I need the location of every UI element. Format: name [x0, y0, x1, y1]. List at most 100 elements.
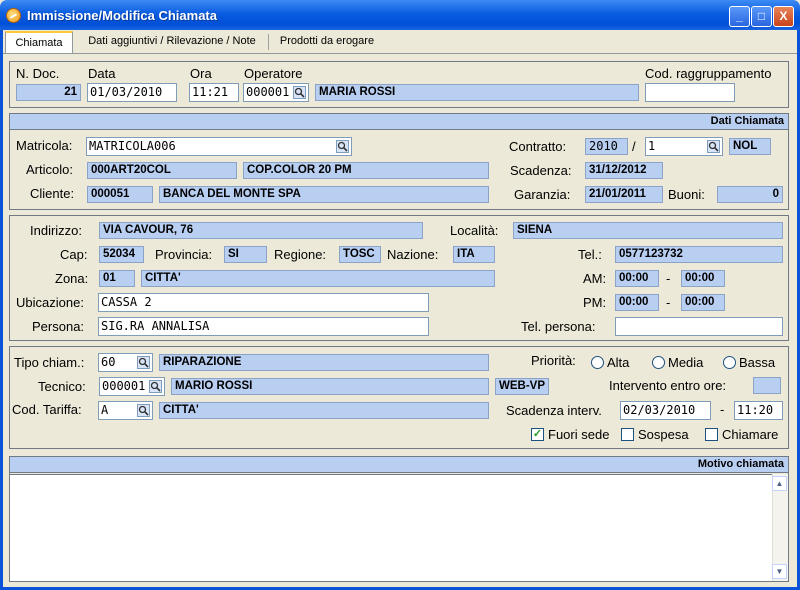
localita-value: SIENA — [513, 222, 783, 239]
n-doc-label: N. Doc. — [16, 66, 60, 81]
minimize-button[interactable]: _ — [729, 6, 750, 27]
priorita-bassa-label[interactable]: Bassa — [739, 355, 775, 371]
scadenza-intervento-date[interactable]: 02/03/2010 — [620, 401, 711, 420]
operatore-code-input[interactable]: 000001 — [243, 83, 309, 102]
provincia-label: Provincia: — [155, 247, 213, 262]
chiamare-checkbox[interactable] — [705, 428, 718, 441]
ubicazione-label: Ubicazione: — [16, 295, 84, 310]
contratto-number-input[interactable]: 1 — [645, 137, 723, 156]
am-label: AM: — [583, 271, 607, 286]
priorita-label: Priorità: — [531, 353, 576, 368]
cod-tariffa-desc: CITTA' — [159, 402, 489, 419]
maximize-button[interactable]: □ — [751, 6, 772, 27]
operatore-code-text: 000001 — [246, 85, 290, 99]
tab-prodotti[interactable]: Prodotti da erogare — [272, 31, 382, 53]
persona-label: Persona: — [32, 319, 85, 334]
pm-label: PM: — [583, 295, 607, 310]
lookup-icon[interactable] — [293, 86, 306, 99]
close-button[interactable]: X — [773, 6, 794, 27]
articolo-desc: COP.COLOR 20 PM — [243, 162, 489, 179]
matricola-input[interactable]: MATRICOLA006 — [86, 137, 352, 156]
sospesa-checkbox[interactable] — [621, 428, 634, 441]
scroll-up-icon[interactable]: ▲ — [772, 476, 787, 491]
tecnico-name: MARIO ROSSI — [171, 378, 489, 395]
tecnico-tag: WEB-VP — [495, 378, 549, 395]
intervento-entro-ore-value — [753, 377, 781, 394]
sospesa-label[interactable]: Sospesa — [638, 427, 689, 443]
zona-code: 01 — [99, 270, 135, 287]
tel-persona-label: Tel. persona: — [521, 319, 596, 334]
scadenza-intervento-label: Scadenza interv. — [506, 403, 602, 418]
tel-persona-input[interactable] — [615, 317, 783, 336]
contratto-separator: / — [632, 139, 636, 154]
window-frame-left — [0, 30, 3, 590]
cod-tariffa-input[interactable]: A — [98, 401, 153, 420]
lookup-icon[interactable] — [137, 356, 150, 369]
lookup-icon[interactable] — [707, 140, 720, 153]
tab-separator — [268, 34, 269, 50]
fuori-sede-checkbox[interactable]: ✓ — [531, 428, 544, 441]
scroll-down-icon[interactable]: ▼ — [772, 564, 787, 579]
am-from: 00:00 — [615, 270, 659, 287]
buoni-value: 0 — [717, 186, 783, 203]
tel-label: Tel.: — [578, 247, 602, 262]
lookup-icon[interactable] — [137, 404, 150, 417]
priorita-alta-label[interactable]: Alta — [607, 355, 629, 371]
scadenza-intervento-dash: - — [720, 402, 725, 417]
dati-chiamata-header: Dati Chiamata — [10, 114, 788, 130]
cod-raggruppamento-label: Cod. raggruppamento — [645, 66, 772, 81]
buoni-label: Buoni: — [668, 187, 705, 202]
zona-desc: CITTA' — [141, 270, 495, 287]
cap-value: 52034 — [99, 246, 144, 263]
garanzia-value: 21/01/2011 — [585, 186, 663, 203]
scadenza-value: 31/12/2012 — [585, 162, 663, 179]
data-input[interactable]: 01/03/2010 — [87, 83, 177, 102]
am-to: 00:00 — [681, 270, 725, 287]
priorita-alta-radio[interactable] — [591, 356, 604, 369]
scadenza-intervento-time[interactable]: 11:20 — [734, 401, 783, 420]
scadenza-label: Scadenza: — [510, 163, 572, 178]
priorita-bassa-radio[interactable] — [723, 356, 736, 369]
cap-label: Cap: — [60, 247, 88, 262]
lookup-icon[interactable] — [149, 380, 162, 393]
n-doc-value: 21 — [16, 84, 81, 101]
persona-input[interactable]: SIG.RA ANNALISA — [98, 317, 429, 336]
window-title: Immissione/Modifica Chiamata — [27, 8, 217, 23]
garanzia-label: Garanzia: — [514, 187, 571, 202]
regione-label: Regione: — [274, 247, 327, 262]
regione-value: TOSC — [339, 246, 381, 263]
tab-chiamata[interactable]: Chiamata — [5, 31, 73, 53]
pm-from: 00:00 — [615, 294, 659, 311]
lookup-icon[interactable] — [336, 140, 349, 153]
priorita-media-label[interactable]: Media — [668, 355, 703, 371]
localita-label: Località: — [450, 223, 499, 238]
nazione-label: Nazione: — [387, 247, 439, 262]
tipo-chiamata-input[interactable]: 60 — [98, 353, 153, 372]
contratto-year: 2010 — [585, 138, 628, 155]
cod-tariffa-label: Cod. Tariffa: — [12, 402, 82, 417]
tel-value: 0577123732 — [615, 246, 783, 263]
pm-dash: - — [666, 295, 671, 310]
cliente-label: Cliente: — [30, 186, 75, 201]
chiamare-label[interactable]: Chiamare — [722, 427, 778, 443]
matricola-label: Matricola: — [16, 138, 73, 153]
cliente-name: BANCA DEL MONTE SPA — [159, 186, 489, 203]
data-label: Data — [88, 66, 116, 81]
matricola-text: MATRICOLA006 — [89, 139, 176, 153]
app-icon — [6, 8, 21, 23]
motivo-chiamata-textarea[interactable] — [10, 474, 772, 581]
ubicazione-input[interactable]: CASSA 2 — [98, 293, 429, 312]
ora-input[interactable]: 11:21 — [189, 83, 239, 102]
articolo-code: 000ART20COL — [87, 162, 237, 179]
fuori-sede-label[interactable]: Fuori sede — [548, 427, 609, 443]
tipo-chiamata-desc: RIPARAZIONE — [159, 354, 489, 371]
zona-label: Zona: — [55, 271, 89, 286]
tecnico-code-input[interactable]: 000001 — [99, 377, 165, 396]
tipo-chiamata-text: 60 — [101, 355, 116, 369]
priorita-media-radio[interactable] — [652, 356, 665, 369]
pm-to: 00:00 — [681, 294, 725, 311]
tab-dati-aggiuntivi[interactable]: Dati aggiuntivi / Rilevazione / Note — [80, 31, 264, 53]
cod-raggruppamento-input[interactable] — [645, 83, 735, 102]
cliente-code: 000051 — [87, 186, 153, 203]
contratto-label: Contratto: — [509, 139, 567, 154]
